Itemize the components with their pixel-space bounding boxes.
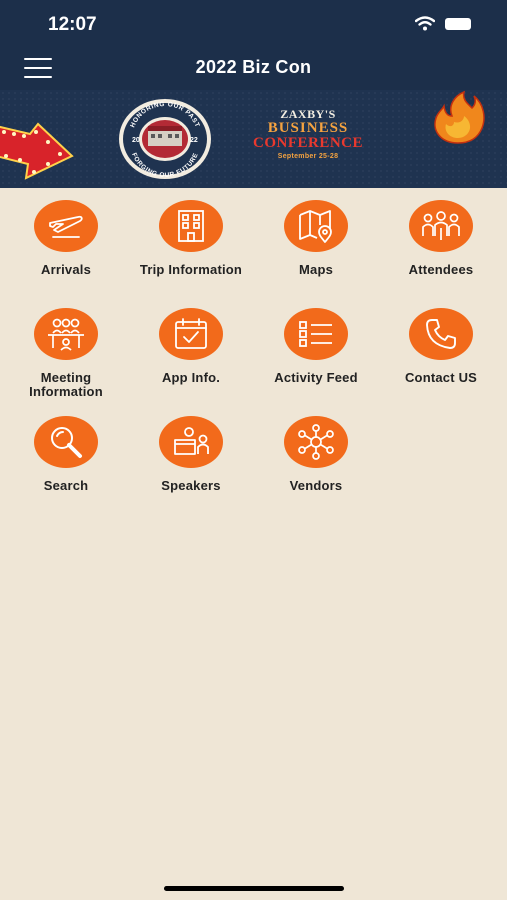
menu-item-arrivals[interactable]: Arrivals	[4, 200, 128, 277]
menu-item-label: Activity Feed	[274, 370, 358, 385]
conference-dates: September 25-28	[277, 153, 339, 160]
seal-year-left: 20	[132, 137, 140, 144]
page-title: 2022 Biz Con	[195, 57, 312, 77]
menu-item-label: Speakers	[161, 478, 221, 493]
menu-item-trip-information[interactable]: Trip Information	[129, 200, 253, 277]
status-icons	[415, 16, 471, 31]
menu-item-label: Contact US	[404, 370, 478, 385]
menu-item-activity-feed[interactable]: Activity Feed	[254, 308, 378, 385]
people-icon	[422, 211, 460, 240]
menu-item-label: Meeting Information	[29, 371, 103, 399]
menu-item-meeting-information[interactable]: Meeting Information	[4, 308, 128, 399]
app-header: 12:07 2022 Biz Con	[0, 0, 507, 90]
anniversary-seal-logo: HONORING OUR PAST FORGING OUR FUTURE 20 …	[119, 99, 211, 179]
phone-icon	[426, 319, 456, 349]
menu-item-label: Vendors	[289, 478, 343, 493]
list-icon	[299, 321, 332, 347]
menu-item-attendees[interactable]: Attendees	[379, 200, 503, 277]
menu-item-vendors[interactable]: Vendors	[254, 416, 378, 493]
menu-item-label: App Info.	[161, 370, 221, 385]
wifi-icon	[415, 16, 435, 31]
business-wordmark: BUSINESS	[267, 120, 349, 136]
podium-icon	[174, 427, 209, 455]
menu-item-label-line2: Information	[29, 384, 103, 399]
status-time: 12:07	[48, 14, 97, 35]
menu-item-label: Trip Information	[139, 262, 243, 277]
airplane-icon	[49, 215, 83, 238]
calendar-check-icon	[175, 318, 207, 349]
menu-item-label-line1: Meeting	[40, 370, 92, 385]
magnifier-icon	[51, 427, 82, 458]
meeting-icon	[48, 318, 84, 351]
home-indicator[interactable]	[164, 886, 344, 891]
menu-item-label: Maps	[298, 262, 334, 277]
menu-item-app-info[interactable]: App Info.	[129, 308, 253, 385]
conference-wordmark: ZAXBY'S BUSINESS CONFERENCE September 25…	[236, 108, 380, 161]
menu-item-speakers[interactable]: Speakers	[129, 416, 253, 493]
conference-banner: HONORING OUR PAST FORGING OUR FUTURE 20 …	[0, 90, 507, 188]
menu-item-label: Search	[43, 478, 89, 493]
flame-icon	[434, 90, 485, 144]
menu-item-contact-us[interactable]: Contact US	[379, 308, 503, 385]
network-icon	[298, 424, 334, 460]
battery-icon	[445, 17, 471, 30]
menu-item-search[interactable]: Search	[4, 416, 128, 493]
map-icon	[299, 210, 332, 243]
building-icon	[178, 210, 204, 242]
menu-item-maps[interactable]: Maps	[254, 200, 378, 277]
marquee-arrow-icon	[0, 122, 74, 180]
conference-title: CONFERENCE	[252, 135, 363, 151]
menu-item-label: Attendees	[408, 262, 474, 277]
menu-item-label: Arrivals	[40, 262, 92, 277]
seal-year-right: 22	[190, 137, 198, 144]
